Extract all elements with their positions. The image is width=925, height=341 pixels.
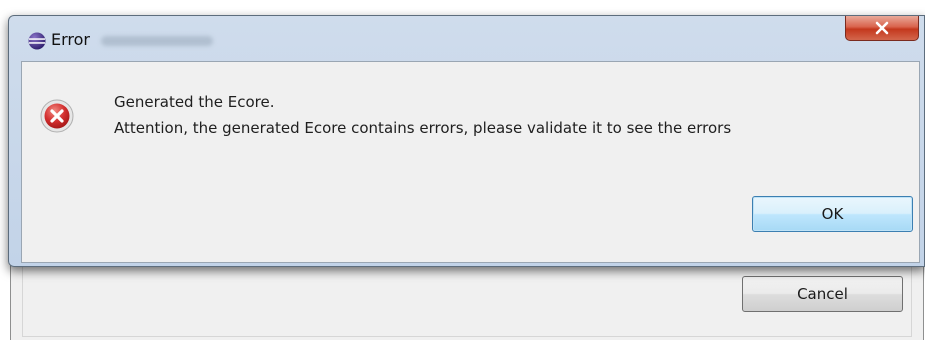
dialog-title: Error — [51, 30, 90, 49]
close-icon — [875, 21, 889, 35]
error-icon — [40, 99, 74, 133]
dialog-titlebar[interactable]: Error — [9, 16, 924, 61]
cancel-button[interactable]: Cancel — [742, 276, 903, 312]
message-line-1: Generated the Ecore. — [114, 93, 275, 111]
ok-button[interactable]: OK — [752, 196, 913, 232]
close-button[interactable] — [845, 16, 919, 41]
message-line-2: Attention, the generated Ecore contains … — [114, 119, 732, 137]
error-dialog: Error Generated the Ecore. Attention, th… — [8, 15, 925, 267]
dialog-content: Generated the Ecore. Attention, the gene… — [21, 61, 920, 263]
obscured-title-suffix — [101, 36, 213, 46]
eclipse-icon — [28, 32, 46, 50]
